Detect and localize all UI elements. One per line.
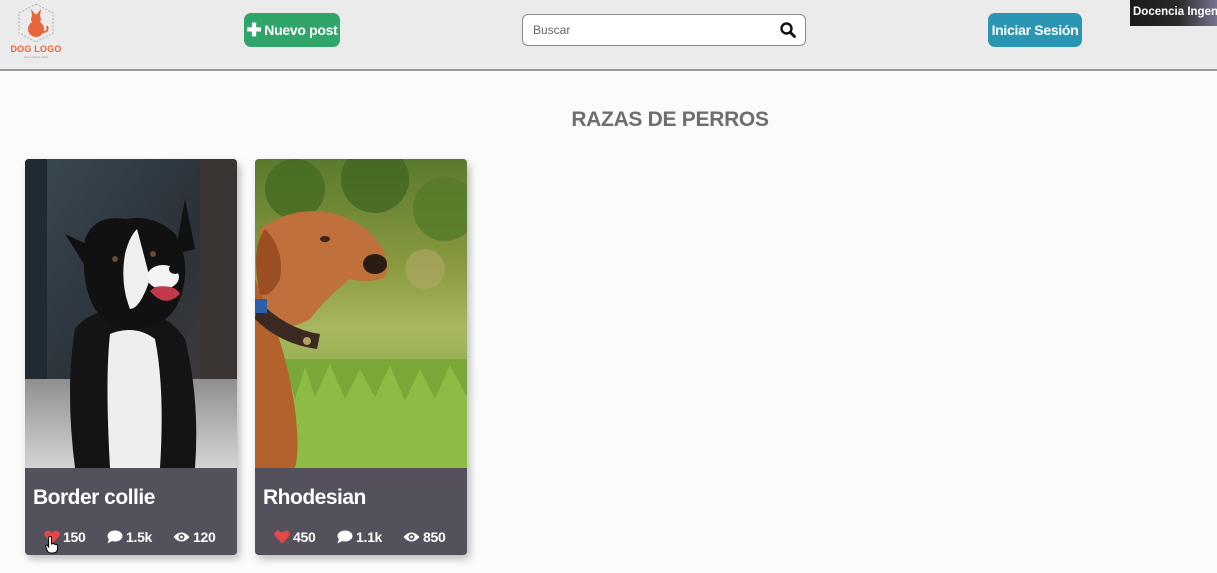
- post-card-border-collie[interactable]: Border collie 150 1.5k 120: [25, 159, 237, 555]
- card-footer: Rhodesian 450 1.1k 850: [255, 468, 467, 555]
- views-count: 850: [423, 529, 446, 545]
- eye-icon: [403, 532, 420, 542]
- likes-stat[interactable]: 450: [274, 529, 316, 545]
- comments-count: 1.1k: [356, 529, 383, 545]
- eye-icon: [173, 532, 190, 542]
- heart-icon: [274, 530, 290, 544]
- views-stat[interactable]: 120: [173, 529, 216, 545]
- login-label: Iniciar Sesión: [991, 22, 1079, 38]
- page-title: RAZAS DE PERROS: [571, 108, 769, 131]
- login-button[interactable]: Iniciar Sesión: [988, 13, 1082, 47]
- comments-count: 1.5k: [126, 529, 153, 545]
- new-post-label: Nuevo post: [264, 22, 338, 38]
- new-post-button[interactable]: ✚ Nuevo post: [244, 13, 340, 47]
- top-navbar: DOG LOGO lorem ipsum dolor ✚ Nuevo post …: [0, 0, 1217, 71]
- card-stats: 450 1.1k 850: [255, 529, 467, 547]
- post-card-rhodesian[interactable]: Rhodesian 450 1.1k 850: [255, 159, 467, 555]
- comment-icon: [107, 530, 123, 544]
- plus-icon: ✚: [246, 20, 262, 40]
- comments-stat[interactable]: 1.5k: [107, 529, 152, 545]
- video-overlay-badge: Docencia Ingeniería: [1130, 0, 1217, 26]
- card-title: Rhodesian: [263, 486, 366, 509]
- search-icon[interactable]: [779, 21, 797, 39]
- likes-count: 150: [63, 529, 86, 545]
- likes-count: 450: [293, 529, 316, 545]
- views-stat[interactable]: 850: [403, 529, 446, 545]
- search-box: [522, 14, 806, 46]
- views-count: 120: [193, 529, 216, 545]
- card-title: Border collie: [33, 486, 155, 509]
- logo-text: DOG LOGO: [10, 44, 62, 54]
- dog-logo-icon: [18, 3, 54, 43]
- comment-icon: [337, 530, 353, 544]
- hand-cursor-icon: [45, 536, 59, 554]
- logo-subtext: lorem ipsum dolor: [24, 55, 48, 59]
- border-collie-photo[interactable]: [25, 159, 237, 468]
- search-input[interactable]: [533, 21, 773, 39]
- dog-logo[interactable]: DOG LOGO lorem ipsum dolor: [8, 2, 64, 60]
- comments-stat[interactable]: 1.1k: [337, 529, 382, 545]
- rhodesian-photo[interactable]: [255, 159, 467, 468]
